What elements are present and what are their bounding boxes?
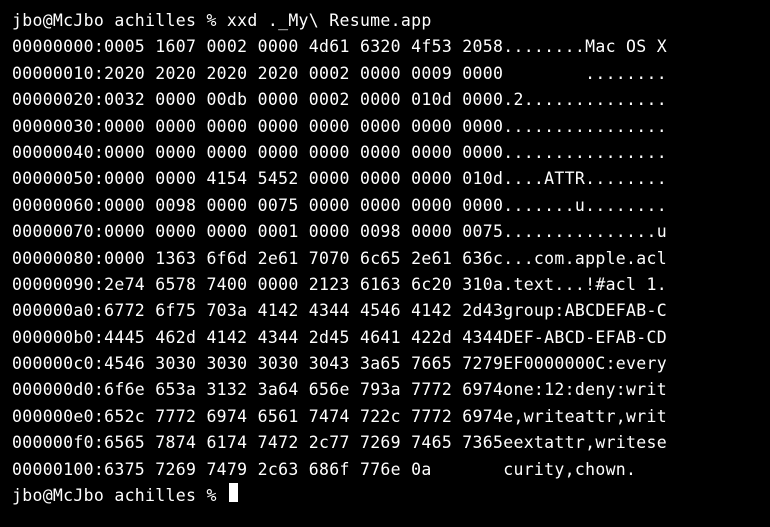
hex-ascii: ...com.apple.acl [503, 246, 667, 272]
hex-ascii: .text...!#acl 1. [503, 272, 667, 298]
hex-offset: 00000060: [12, 193, 104, 219]
hex-offset: 000000e0: [12, 404, 104, 430]
hex-ascii: one:12:deny:writ [503, 377, 667, 403]
prompt-line-1: jbo@McJbo achilles % xxd ._My\ Resume.ap… [12, 8, 758, 34]
shell-prompt: jbo@McJbo achilles % xxd ._My\ Resume.ap… [12, 8, 432, 34]
hex-ascii: ...............u [503, 219, 667, 245]
hex-bytes: 0000 1363 6f6d 2e61 7070 6c65 2e61 636c [104, 246, 503, 272]
hex-ascii: ................ [503, 114, 667, 140]
hexdump-row: 000000c0: 4546 3030 3030 3030 3043 3a65 … [12, 351, 758, 377]
hex-bytes: 652c 7772 6974 6561 7474 722c 7772 6974 [104, 404, 503, 430]
hex-ascii: curity,chown. [503, 457, 636, 483]
hex-bytes: 6772 6f75 703a 4142 4344 4546 4142 2d43 [104, 298, 503, 324]
hex-offset: 00000100: [12, 457, 104, 483]
hex-ascii: ........Mac OS X [503, 34, 667, 60]
hex-ascii: ................ [503, 140, 667, 166]
hexdump-row: 000000f0: 6565 7874 6174 7472 2c77 7269 … [12, 430, 758, 456]
hex-bytes: 4546 3030 3030 3030 3043 3a65 7665 7279 [104, 351, 503, 377]
hex-bytes: 0000 0000 0000 0001 0000 0098 0000 0075 [104, 219, 503, 245]
hex-bytes: 6f6e 653a 3132 3a64 656e 793a 7772 6974 [104, 377, 503, 403]
hex-offset: 00000020: [12, 87, 104, 113]
hex-offset: 000000f0: [12, 430, 104, 456]
hex-ascii: .2.............. [503, 87, 667, 113]
hexdump-row: 00000050: 0000 0000 4154 5452 0000 0000 … [12, 166, 758, 192]
shell-prompt: jbo@McJbo achilles % [12, 483, 227, 509]
hex-bytes: 0005 1607 0002 0000 4d61 6320 4f53 2058 [104, 34, 503, 60]
hex-bytes: 2020 2020 2020 2020 0002 0000 0009 0000 [104, 61, 503, 87]
hex-bytes: 0032 0000 00db 0000 0002 0000 010d 0000 [104, 87, 503, 113]
hex-offset: 00000090: [12, 272, 104, 298]
hex-bytes: 0000 0000 4154 5452 0000 0000 0000 010d [104, 166, 503, 192]
hex-ascii: e,writeattr,writ [503, 404, 667, 430]
cursor-icon [229, 483, 238, 502]
hex-offset: 000000d0: [12, 377, 104, 403]
hex-offset: 00000080: [12, 246, 104, 272]
hexdump-row: 00000080: 0000 1363 6f6d 2e61 7070 6c65 … [12, 246, 758, 272]
hexdump-row: 000000d0: 6f6e 653a 3132 3a64 656e 793a … [12, 377, 758, 403]
hex-bytes: 4445 462d 4142 4344 2d45 4641 422d 4344 [104, 325, 503, 351]
hexdump-row: 000000e0: 652c 7772 6974 6561 7474 722c … [12, 404, 758, 430]
hex-ascii: group:ABCDEFAB-C [503, 298, 667, 324]
hex-offset: 00000030: [12, 114, 104, 140]
hexdump-row: 00000020: 0032 0000 00db 0000 0002 0000 … [12, 87, 758, 113]
hexdump-row: 000000a0: 6772 6f75 703a 4142 4344 4546 … [12, 298, 758, 324]
hex-bytes: 6375 7269 7479 2c63 686f 776e 0a [104, 457, 503, 483]
hex-offset: 00000010: [12, 61, 104, 87]
hex-offset: 00000070: [12, 219, 104, 245]
hex-offset: 00000040: [12, 140, 104, 166]
hex-ascii: DEF-ABCD-EFAB-CD [503, 325, 667, 351]
hexdump-row: 00000090: 2e74 6578 7400 0000 2123 6163 … [12, 272, 758, 298]
hexdump-row: 00000000: 0005 1607 0002 0000 4d61 6320 … [12, 34, 758, 60]
hex-bytes: 2e74 6578 7400 0000 2123 6163 6c20 310a [104, 272, 503, 298]
hex-bytes: 6565 7874 6174 7472 2c77 7269 7465 7365 [104, 430, 503, 456]
hex-ascii: eextattr,writese [503, 430, 667, 456]
hex-offset: 000000b0: [12, 325, 104, 351]
terminal-output: jbo@McJbo achilles % xxd ._My\ Resume.ap… [12, 8, 758, 509]
hexdump-row: 00000030: 0000 0000 0000 0000 0000 0000 … [12, 114, 758, 140]
hexdump-row: 00000010: 2020 2020 2020 2020 0002 0000 … [12, 61, 758, 87]
hex-ascii: ....ATTR........ [503, 166, 667, 192]
hex-offset: 00000000: [12, 34, 104, 60]
hexdump-row: 00000100: 6375 7269 7479 2c63 686f 776e … [12, 457, 758, 483]
hexdump-row: 00000070: 0000 0000 0000 0001 0000 0098 … [12, 219, 758, 245]
hex-offset: 000000a0: [12, 298, 104, 324]
hexdump-row: 000000b0: 4445 462d 4142 4344 2d45 4641 … [12, 325, 758, 351]
hex-ascii: ........ [503, 61, 667, 87]
hex-offset: 000000c0: [12, 351, 104, 377]
hexdump-row: 00000060: 0000 0098 0000 0075 0000 0000 … [12, 193, 758, 219]
hex-offset: 00000050: [12, 166, 104, 192]
hex-bytes: 0000 0098 0000 0075 0000 0000 0000 0000 [104, 193, 503, 219]
prompt-line-2[interactable]: jbo@McJbo achilles % [12, 483, 758, 509]
hex-ascii: EF0000000C:every [503, 351, 667, 377]
hexdump-row: 00000040: 0000 0000 0000 0000 0000 0000 … [12, 140, 758, 166]
hex-bytes: 0000 0000 0000 0000 0000 0000 0000 0000 [104, 114, 503, 140]
hex-bytes: 0000 0000 0000 0000 0000 0000 0000 0000 [104, 140, 503, 166]
hex-ascii: .......u........ [503, 193, 667, 219]
